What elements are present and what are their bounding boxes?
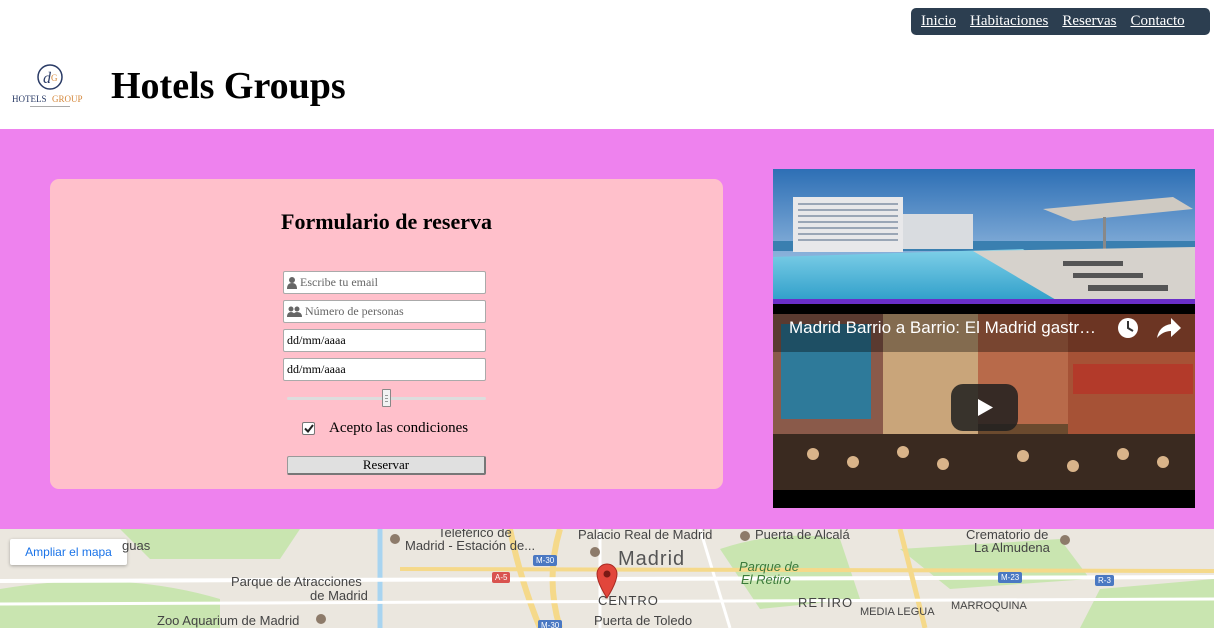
reservar-button[interactable]: Reservar: [287, 456, 486, 475]
accept-conditions-row: Acepto las condiciones: [302, 420, 468, 437]
checkout-date-value: dd/mm/aaaa: [287, 362, 346, 376]
map-label-marroquina: MARROQUINA: [951, 600, 1027, 612]
nav-link-habitaciones[interactable]: Habitaciones: [970, 13, 1048, 30]
map-label-puerta-toledo: Puerta de Toledo: [594, 613, 693, 628]
checkin-date-input[interactable]: dd/mm/aaaa: [283, 329, 486, 352]
email-placeholder: Escribe tu email: [300, 275, 378, 289]
map-label-de-madrid: de Madrid: [310, 588, 368, 603]
svg-text:G: G: [51, 73, 58, 83]
map-label-zoo: Zoo Aquarium de Madrid: [157, 613, 300, 628]
youtube-video[interactable]: Madrid Barrio a Barrio: El Madrid gastr…: [773, 304, 1195, 508]
map-label-media-legua: MEDIA LEGUA: [860, 606, 935, 618]
slider-thumb[interactable]: [382, 389, 391, 407]
road-shield-a5: A-5: [492, 572, 511, 583]
checkin-date-value: dd/mm/aaaa: [287, 333, 346, 347]
svg-text:GROUP: GROUP: [52, 94, 83, 104]
road-shield-m23: M-23: [998, 572, 1023, 583]
checkout-date-input[interactable]: dd/mm/aaaa: [283, 358, 486, 381]
site-title: Hotels Groups: [111, 65, 346, 107]
map-label-almudena: La Almudena: [974, 540, 1050, 555]
top-nav: Inicio Habitaciones Reservas Contacto: [911, 8, 1210, 35]
road-shield-m30-south: M-30: [538, 620, 563, 628]
svg-text:HOTELS: HOTELS: [12, 94, 47, 104]
booking-form: Formulario de reserva Escribe tu email N…: [50, 179, 723, 489]
users-icon: [287, 306, 302, 317]
map-label-puerta-alcala: Puerta de Alcalá: [755, 529, 850, 542]
booking-section: Formulario de reserva Escribe tu email N…: [0, 129, 1214, 529]
form-title: Formulario de reserva: [281, 209, 492, 234]
play-button[interactable]: [951, 384, 1018, 431]
range-slider[interactable]: [287, 389, 486, 409]
map-pin-icon[interactable]: [596, 563, 618, 599]
nav-link-contacto[interactable]: Contacto: [1130, 13, 1184, 30]
user-icon: [287, 276, 297, 289]
map-label-retiro: RETIRO: [798, 595, 854, 610]
people-placeholder: Número de personas: [305, 304, 404, 318]
google-map[interactable]: Ampliar el mapa guas Teleférico de Madri…: [0, 529, 1214, 628]
people-input[interactable]: Número de personas: [283, 300, 486, 323]
map-label-madrid: Madrid: [618, 548, 686, 570]
hotels-group-logo[interactable]: d G HOTELS GROUP: [10, 62, 90, 110]
expand-map-button[interactable]: Ampliar el mapa: [10, 539, 127, 565]
accept-conditions-label: Acepto las condiciones: [329, 420, 469, 436]
play-icon: [978, 399, 993, 416]
map-label-guas: guas: [122, 538, 151, 553]
video-title: Madrid Barrio a Barrio: El Madrid gastr…: [789, 318, 1097, 337]
road-shield-m30: M-30: [533, 555, 558, 566]
map-label-el-retiro: El Retiro: [741, 572, 791, 587]
email-input[interactable]: Escribe tu email: [283, 271, 486, 294]
nav-link-reservas[interactable]: Reservas: [1062, 13, 1116, 30]
checkmark-icon: [303, 424, 314, 433]
map-label-estacion: Madrid - Estación de...: [405, 538, 536, 553]
road-shield-r3: R-3: [1095, 575, 1114, 586]
map-label-parque-atracciones: Parque de Atracciones: [231, 574, 362, 589]
accept-conditions-checkbox[interactable]: [302, 422, 315, 435]
map-label-palacio: Palacio Real de Madrid: [578, 529, 713, 542]
nav-link-inicio[interactable]: Inicio: [921, 13, 956, 30]
hotel-pool-photo: [773, 169, 1195, 304]
